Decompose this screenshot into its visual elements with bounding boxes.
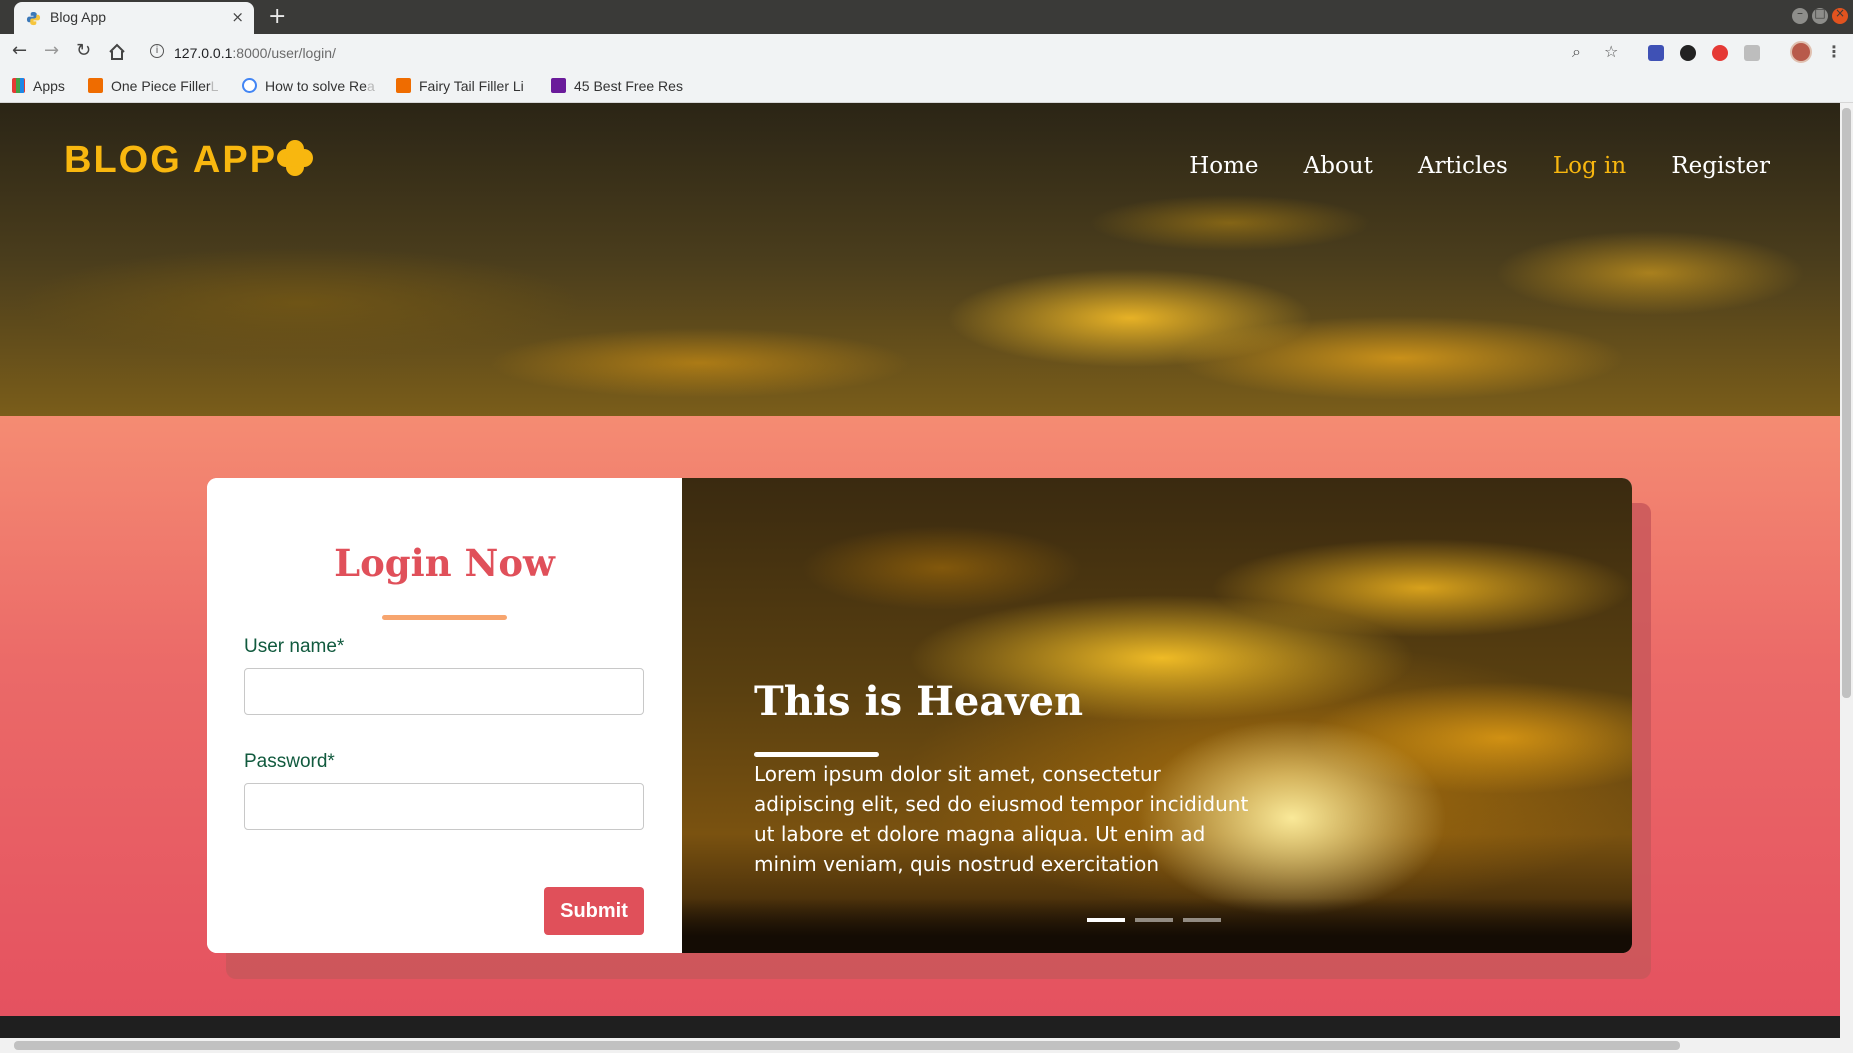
forward-arrow-icon[interactable]: → — [44, 40, 59, 61]
carousel-indicator-2[interactable] — [1135, 918, 1173, 922]
search-icon — [242, 78, 257, 93]
logo-clover-icon — [277, 140, 314, 176]
zoom-icon[interactable]: ⌕ — [1572, 42, 1581, 62]
carousel-indicator-3[interactable] — [1183, 918, 1221, 922]
opera-icon[interactable] — [1712, 45, 1728, 61]
nav-register[interactable]: Register — [1671, 153, 1770, 179]
carousel-indicator-1[interactable] — [1087, 918, 1125, 922]
slide-text: Lorem ipsum dolor sit amet, consectetur … — [754, 762, 1249, 876]
browser-menu-icon[interactable]: ⋮ — [1826, 42, 1842, 61]
bookmarks-bar: Apps One Piece FillerL How to solve Rea … — [0, 72, 1853, 103]
home-icon[interactable] — [108, 43, 126, 61]
python-icon — [26, 11, 41, 26]
login-card: Login Now User name* Password* Submit Th… — [207, 478, 1632, 953]
nav-log-in[interactable]: Log in — [1553, 153, 1626, 179]
site-logo[interactable]: BLOG APP — [64, 139, 314, 182]
filler-icon — [88, 78, 103, 93]
site-info-icon[interactable]: i — [150, 44, 164, 58]
vertical-scrollbar[interactable] — [1840, 103, 1853, 1038]
window-close-button[interactable]: × — [1832, 6, 1848, 24]
browser-chrome: Blog App × + – □ × ← → ↻ i 127.0.0.1:800… — [0, 0, 1853, 103]
submit-button[interactable]: Submit — [544, 887, 644, 935]
nav-home[interactable]: Home — [1189, 153, 1258, 179]
horizontal-scrollbar[interactable] — [0, 1038, 1853, 1053]
horizontal-scroll-thumb[interactable] — [14, 1041, 1680, 1050]
vertical-scroll-thumb[interactable] — [1842, 108, 1851, 698]
extension-generic-icon[interactable] — [1744, 45, 1760, 61]
bookmark-how-to-solve[interactable]: How to solve Rea — [242, 78, 375, 98]
page-viewport: BLOG APP Home About Articles Log in Regi… — [0, 103, 1840, 1038]
login-form: Login Now User name* Password* Submit — [207, 478, 682, 953]
carousel-slide: This is Heaven Lorem ipsum dolor sit ame… — [682, 478, 1632, 953]
bookmark-45-best[interactable]: 45 Best Free Res — [551, 78, 683, 98]
tab-close-icon[interactable]: × — [231, 8, 244, 26]
login-title: Login Now — [334, 541, 555, 585]
browser-tab[interactable]: Blog App × — [14, 2, 254, 34]
extension-bookmark-icon[interactable] — [1648, 45, 1664, 61]
slide-title: This is Heaven — [754, 678, 1084, 725]
main-nav: Home About Articles Log in Register — [1149, 153, 1770, 179]
profile-avatar[interactable] — [1790, 41, 1812, 63]
tab-strip: Blog App × + – □ × — [0, 0, 1853, 34]
extension-feather-icon[interactable] — [1680, 45, 1696, 61]
username-label: User name* — [244, 636, 345, 657]
footer-strip — [0, 1016, 1840, 1038]
hero-header: BLOG APP Home About Articles Log in Regi… — [0, 103, 1840, 416]
title-underline — [382, 615, 507, 620]
bookmark-fairy-tail[interactable]: Fairy Tail Filler Li — [396, 78, 524, 98]
back-arrow-icon[interactable]: ← — [12, 40, 27, 61]
nav-articles[interactable]: Articles — [1418, 153, 1508, 179]
reload-icon[interactable]: ↻ — [76, 40, 91, 61]
username-input[interactable] — [244, 668, 644, 715]
tab-title: Blog App — [50, 9, 107, 25]
browser-toolbar: ← → ↻ i 127.0.0.1:8000/user/login/ ⌕ ☆ ⋮ — [0, 34, 1853, 72]
bookmark-apps[interactable]: Apps — [12, 78, 65, 98]
apps-grid-icon — [12, 78, 25, 93]
bookmark-star-icon[interactable]: ☆ — [1604, 42, 1618, 61]
window-maximize-button[interactable]: □ — [1812, 6, 1828, 24]
password-input[interactable] — [244, 783, 644, 830]
bookmark-one-piece[interactable]: One Piece FillerL — [88, 78, 218, 98]
new-tab-button[interactable]: + — [268, 4, 286, 29]
address-bar[interactable]: i 127.0.0.1:8000/user/login/ — [142, 38, 1632, 68]
filler-icon — [396, 78, 411, 93]
treeline-silhouette — [682, 898, 1632, 953]
url-text: 127.0.0.1:8000/user/login/ — [174, 45, 336, 61]
password-label: Password* — [244, 751, 335, 772]
slide-title-underline — [754, 752, 879, 757]
colorlib-icon — [551, 78, 566, 93]
window-minimize-button[interactable]: – — [1792, 6, 1808, 24]
nav-about[interactable]: About — [1304, 153, 1373, 179]
